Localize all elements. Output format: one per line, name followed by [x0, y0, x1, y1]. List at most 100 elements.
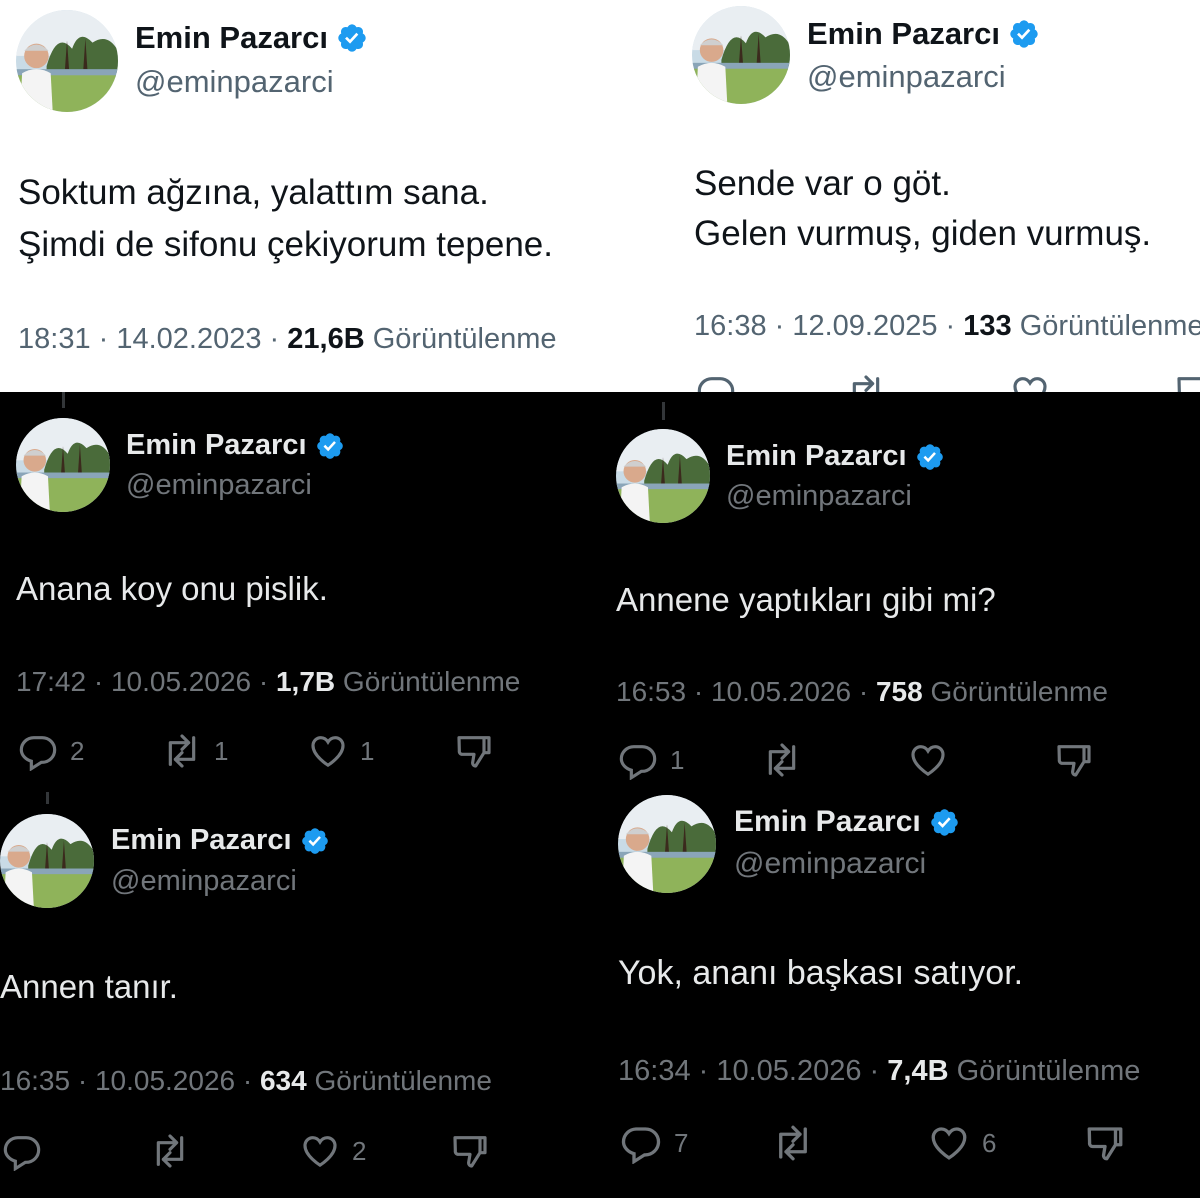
like-button[interactable]: 2 [300, 1131, 366, 1171]
repost-icon [762, 740, 802, 780]
views-label: Görüntülenme [335, 666, 521, 697]
tweet-timestamp[interactable]: 16:34 · 10.05.2026 · [618, 1055, 887, 1087]
dislike-button[interactable] [1084, 1122, 1126, 1164]
like-button[interactable]: 1 [308, 731, 374, 771]
tweet-text: Annene yaptıkları gibi mi? [616, 581, 996, 618]
author-name-text: Emin Pazarcı [807, 16, 1000, 51]
heart-icon [300, 1131, 340, 1171]
verified-badge-icon [1008, 18, 1040, 50]
view-count: 634 [259, 1065, 307, 1096]
reply-icon [620, 1122, 662, 1164]
tweet-timestamp[interactable]: 18:31 · 14.02.2023 · [18, 323, 287, 355]
dislike-button[interactable] [1054, 740, 1094, 780]
author-handle[interactable]: @eminpazarci [111, 865, 297, 898]
reply-button[interactable]: 1 [618, 740, 684, 780]
reply-button[interactable]: 2 [18, 731, 84, 771]
author-name[interactable]: Emin Pazarcı [734, 805, 960, 839]
avatar[interactable] [692, 6, 790, 104]
repost-button[interactable] [772, 1122, 814, 1164]
heart-icon [928, 1122, 970, 1164]
thread-line [662, 402, 665, 420]
avatar[interactable] [16, 10, 118, 112]
view-count: 133 [963, 310, 1012, 342]
author-handle[interactable]: @eminpazarci [726, 480, 912, 513]
tweet-text: Yok, ananı başkası satıyor. [618, 954, 1024, 992]
tweet-meta: 16:34 · 10.05.2026 · 7,4B Görüntülenme [618, 1055, 1140, 1088]
like-button[interactable]: 6 [928, 1122, 996, 1164]
author-name[interactable]: Emin Pazarcı [726, 440, 945, 473]
dislike-button[interactable] [1174, 372, 1200, 392]
like-count: 2 [352, 1135, 367, 1166]
tweet-text: Sende var o göt. Gelen vurmuş, giden vur… [694, 164, 1152, 253]
tweet-timestamp[interactable]: 17:42 · 10.05.2026 · [16, 666, 276, 697]
dislike-icon [1084, 1122, 1126, 1164]
tweet-text: Anana koy onu pislik. [16, 570, 328, 607]
tweet-timestamp[interactable]: 16:38 · 12.09.2025 · [694, 310, 963, 342]
views-label: Görüntülenme [922, 676, 1108, 707]
tweet-card: Emin Pazarcı @eminpazarci Annene yaptıkl… [600, 392, 1200, 792]
repost-button[interactable] [150, 1131, 190, 1171]
verified-badge-icon [315, 431, 345, 461]
repost-button[interactable] [846, 372, 886, 392]
dislike-icon [450, 1131, 490, 1171]
dislike-button[interactable] [450, 1131, 490, 1171]
tweet-meta: 17:42 · 10.05.2026 · 1,7B Görüntülenme [16, 666, 520, 698]
views-label: Görüntülenme [948, 1055, 1141, 1087]
dislike-button[interactable] [454, 731, 494, 771]
avatar[interactable] [0, 814, 94, 908]
author-name[interactable]: Emin Pazarcı [807, 16, 1040, 52]
reply-count: 7 [674, 1127, 689, 1158]
tweet-card: Emin Pazarcı @eminpazarci Sende var o gö… [600, 0, 1200, 392]
repost-button[interactable]: 1 [162, 731, 228, 771]
like-count: 6 [982, 1127, 997, 1158]
views-label: Görüntülenme [364, 323, 557, 355]
author-name-text: Emin Pazarcı [111, 824, 292, 856]
author-name-text: Emin Pazarcı [135, 20, 328, 55]
author-name[interactable]: Emin Pazarcı [111, 824, 330, 857]
author-handle[interactable]: @eminpazarci [807, 59, 1006, 95]
reply-icon [696, 372, 736, 392]
views-label: Görüntülenme [1011, 310, 1200, 342]
views-label: Görüntülenme [306, 1065, 492, 1096]
dislike-icon [1054, 740, 1094, 780]
avatar[interactable] [618, 795, 716, 893]
reply-count: 1 [670, 744, 685, 775]
like-button[interactable] [1010, 372, 1050, 392]
view-count: 7,4B [887, 1055, 949, 1087]
view-count: 758 [875, 676, 923, 707]
heart-icon [908, 740, 948, 780]
author-handle[interactable]: @eminpazarci [734, 847, 926, 881]
tweet-timestamp[interactable]: 16:35 · 10.05.2026 · [0, 1065, 260, 1096]
avatar[interactable] [616, 429, 710, 523]
tweet-text: Annen tanır. [0, 968, 178, 1005]
author-name-text: Emin Pazarcı [734, 805, 921, 838]
tweet-card: Emin Pazarcı @eminpazarci Yok, ananı baş… [600, 792, 1200, 1198]
reply-button[interactable]: 7 [620, 1122, 688, 1164]
tweet-card: Emin Pazarcı @eminpazarci Anana koy onu … [0, 392, 600, 792]
author-name[interactable]: Emin Pazarcı [135, 20, 368, 56]
avatar[interactable] [16, 418, 110, 512]
repost-count: 1 [214, 735, 229, 766]
dislike-icon [1174, 372, 1200, 392]
heart-icon [1010, 372, 1050, 392]
thread-line [62, 392, 65, 408]
heart-icon [308, 731, 348, 771]
tweet-timestamp[interactable]: 16:53 · 10.05.2026 · [616, 676, 876, 707]
reply-icon [2, 1131, 42, 1171]
author-handle[interactable]: @eminpazarci [135, 64, 334, 100]
tweet-meta: 16:38 · 12.09.2025 · 133 Görüntülenme [694, 310, 1200, 343]
tweet-card: Emin Pazarcı @eminpazarci Soktum ağzına,… [0, 0, 600, 392]
like-count: 1 [360, 735, 375, 766]
author-name-text: Emin Pazarcı [726, 440, 907, 472]
repost-icon [150, 1131, 190, 1171]
tweet-meta: 18:31 · 14.02.2023 · 21,6B Görüntülenme [18, 323, 556, 356]
like-button[interactable] [908, 740, 948, 780]
author-handle[interactable]: @eminpazarci [126, 469, 312, 502]
reply-button[interactable] [696, 372, 736, 392]
repost-icon [846, 372, 886, 392]
author-name[interactable]: Emin Pazarcı [126, 429, 345, 462]
repost-button[interactable] [762, 740, 802, 780]
reply-count: 2 [70, 735, 85, 766]
reply-button[interactable] [2, 1131, 42, 1171]
thread-line [46, 792, 49, 804]
